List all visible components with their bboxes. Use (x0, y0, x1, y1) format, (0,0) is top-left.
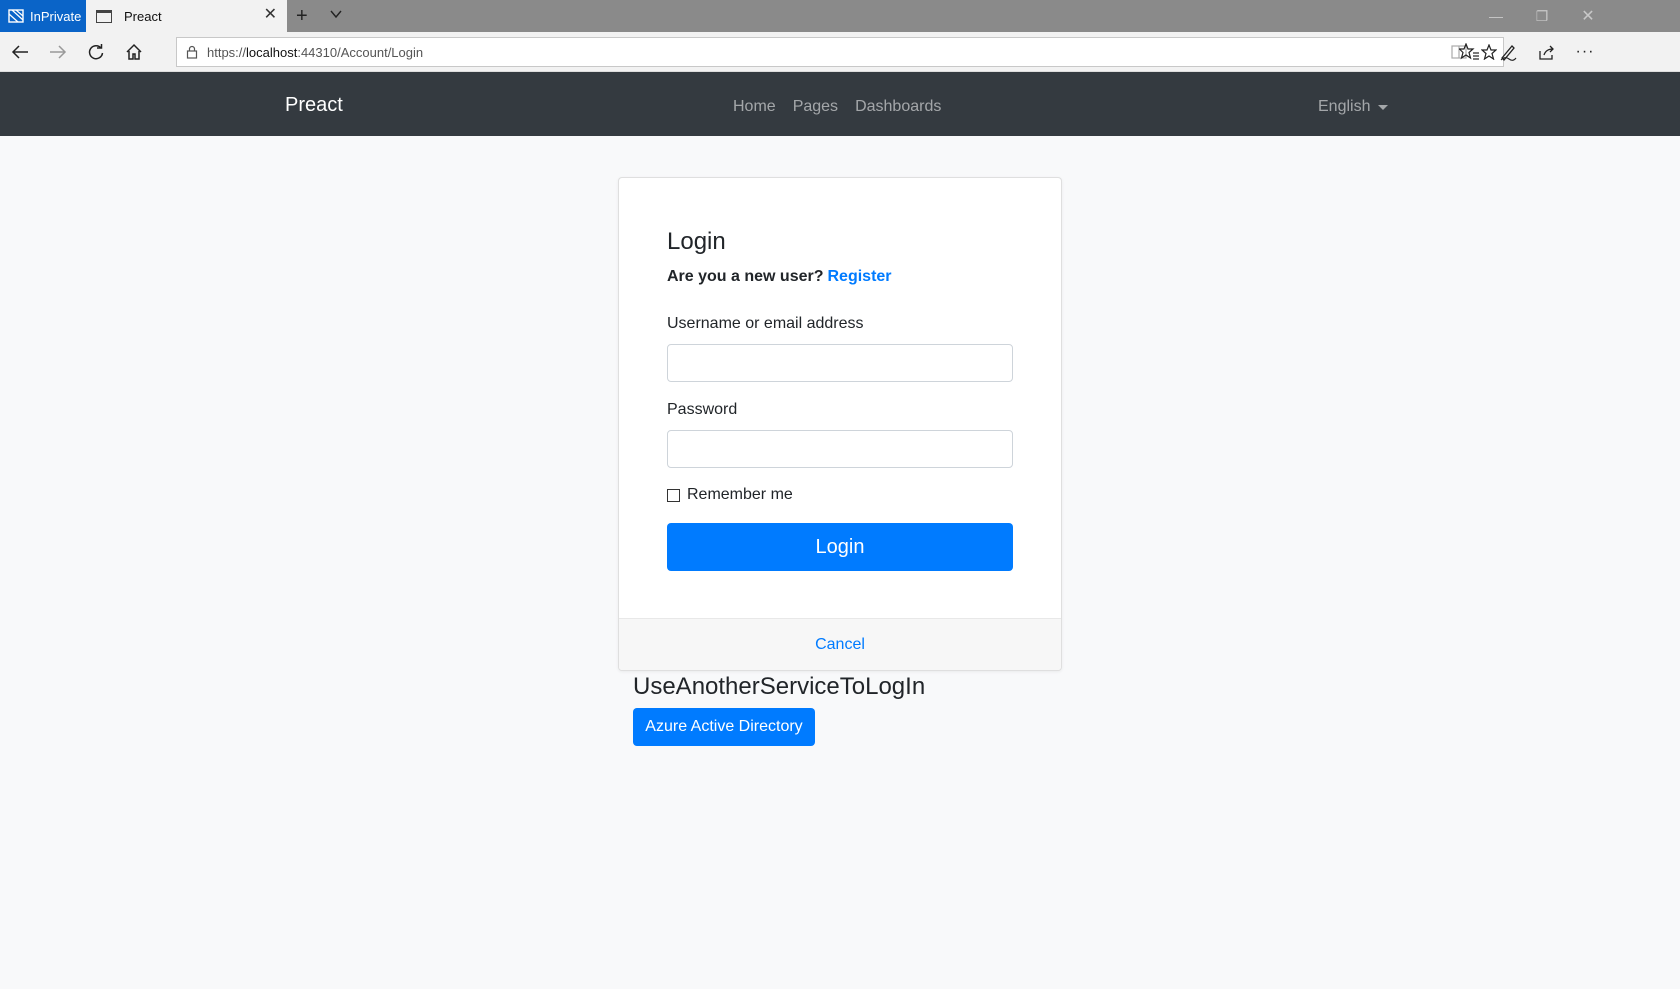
cancel-link[interactable]: Cancel (815, 636, 865, 654)
brand-link[interactable]: Preact (285, 94, 343, 117)
caret-down-icon (1378, 104, 1389, 110)
register-link[interactable]: Register (828, 268, 892, 285)
new-tab-icon[interactable]: + (296, 4, 308, 28)
forward-icon[interactable] (46, 40, 70, 64)
nav-link-dashboards[interactable]: Dashboards (855, 98, 941, 116)
chevron-down-icon[interactable] (328, 6, 344, 22)
browser-toolbar: https://localhost:44310/Account/Login ··… (0, 32, 1680, 72)
external-login-title: UseAnotherServiceToLogIn (633, 673, 926, 700)
azure-ad-button[interactable]: Azure Active Directory (633, 708, 815, 746)
login-card: Login Are you a new user? Register Userna… (618, 177, 1062, 671)
username-label: Username or email address (667, 315, 864, 332)
language-dropdown[interactable]: English (1318, 98, 1389, 116)
minimize-icon[interactable]: — (1473, 0, 1519, 32)
url-path: :44310/Account/Login (297, 44, 424, 60)
page-icon (96, 9, 112, 23)
new-user-prompt: Are you a new user? Register (667, 268, 892, 286)
lock-icon (177, 45, 207, 59)
inprivate-badge[interactable]: InPrivate (0, 0, 86, 32)
nav-link-pages[interactable]: Pages (793, 98, 838, 116)
nav-links: Home Pages Dashboards (733, 98, 941, 116)
share-icon[interactable] (1535, 40, 1559, 64)
card-footer: Cancel (619, 618, 1061, 670)
window-close-icon[interactable]: ✕ (1565, 0, 1611, 32)
login-title: Login (667, 228, 726, 255)
language-label: English (1318, 98, 1371, 115)
browser-tab-active[interactable]: Preact ✕ (86, 0, 287, 32)
username-input[interactable] (667, 344, 1013, 382)
url-host: localhost (246, 44, 298, 60)
new-user-text: Are you a new user? (667, 268, 824, 285)
nav-link-home[interactable]: Home (733, 98, 776, 116)
remember-me-row: Remember me (667, 486, 793, 504)
login-button[interactable]: Login (667, 523, 1013, 571)
password-label: Password (667, 401, 738, 418)
favorites-hub-icon[interactable] (1457, 40, 1481, 64)
more-icon[interactable]: ··· (1573, 40, 1597, 64)
back-icon[interactable] (8, 40, 32, 64)
restore-icon[interactable]: ❐ (1519, 0, 1565, 32)
password-input[interactable] (667, 430, 1013, 468)
site-navbar: Preact Home Pages Dashboards English (0, 72, 1680, 136)
tab-title: Preact (124, 8, 162, 24)
address-bar[interactable]: https://localhost:44310/Account/Login (176, 37, 1504, 67)
inprivate-label: InPrivate (30, 8, 82, 24)
close-tab-icon[interactable]: ✕ (264, 7, 277, 23)
inprivate-icon (8, 9, 24, 23)
url-scheme: https:// (207, 44, 247, 60)
home-icon[interactable] (122, 40, 146, 64)
remember-me-label[interactable]: Remember me (687, 486, 793, 504)
refresh-icon[interactable] (84, 40, 108, 64)
browser-titlebar: InPrivate Preact ✕ + — ❐ ✕ (0, 0, 1680, 32)
remember-me-checkbox[interactable] (667, 488, 680, 502)
pen-icon[interactable] (1496, 40, 1520, 64)
